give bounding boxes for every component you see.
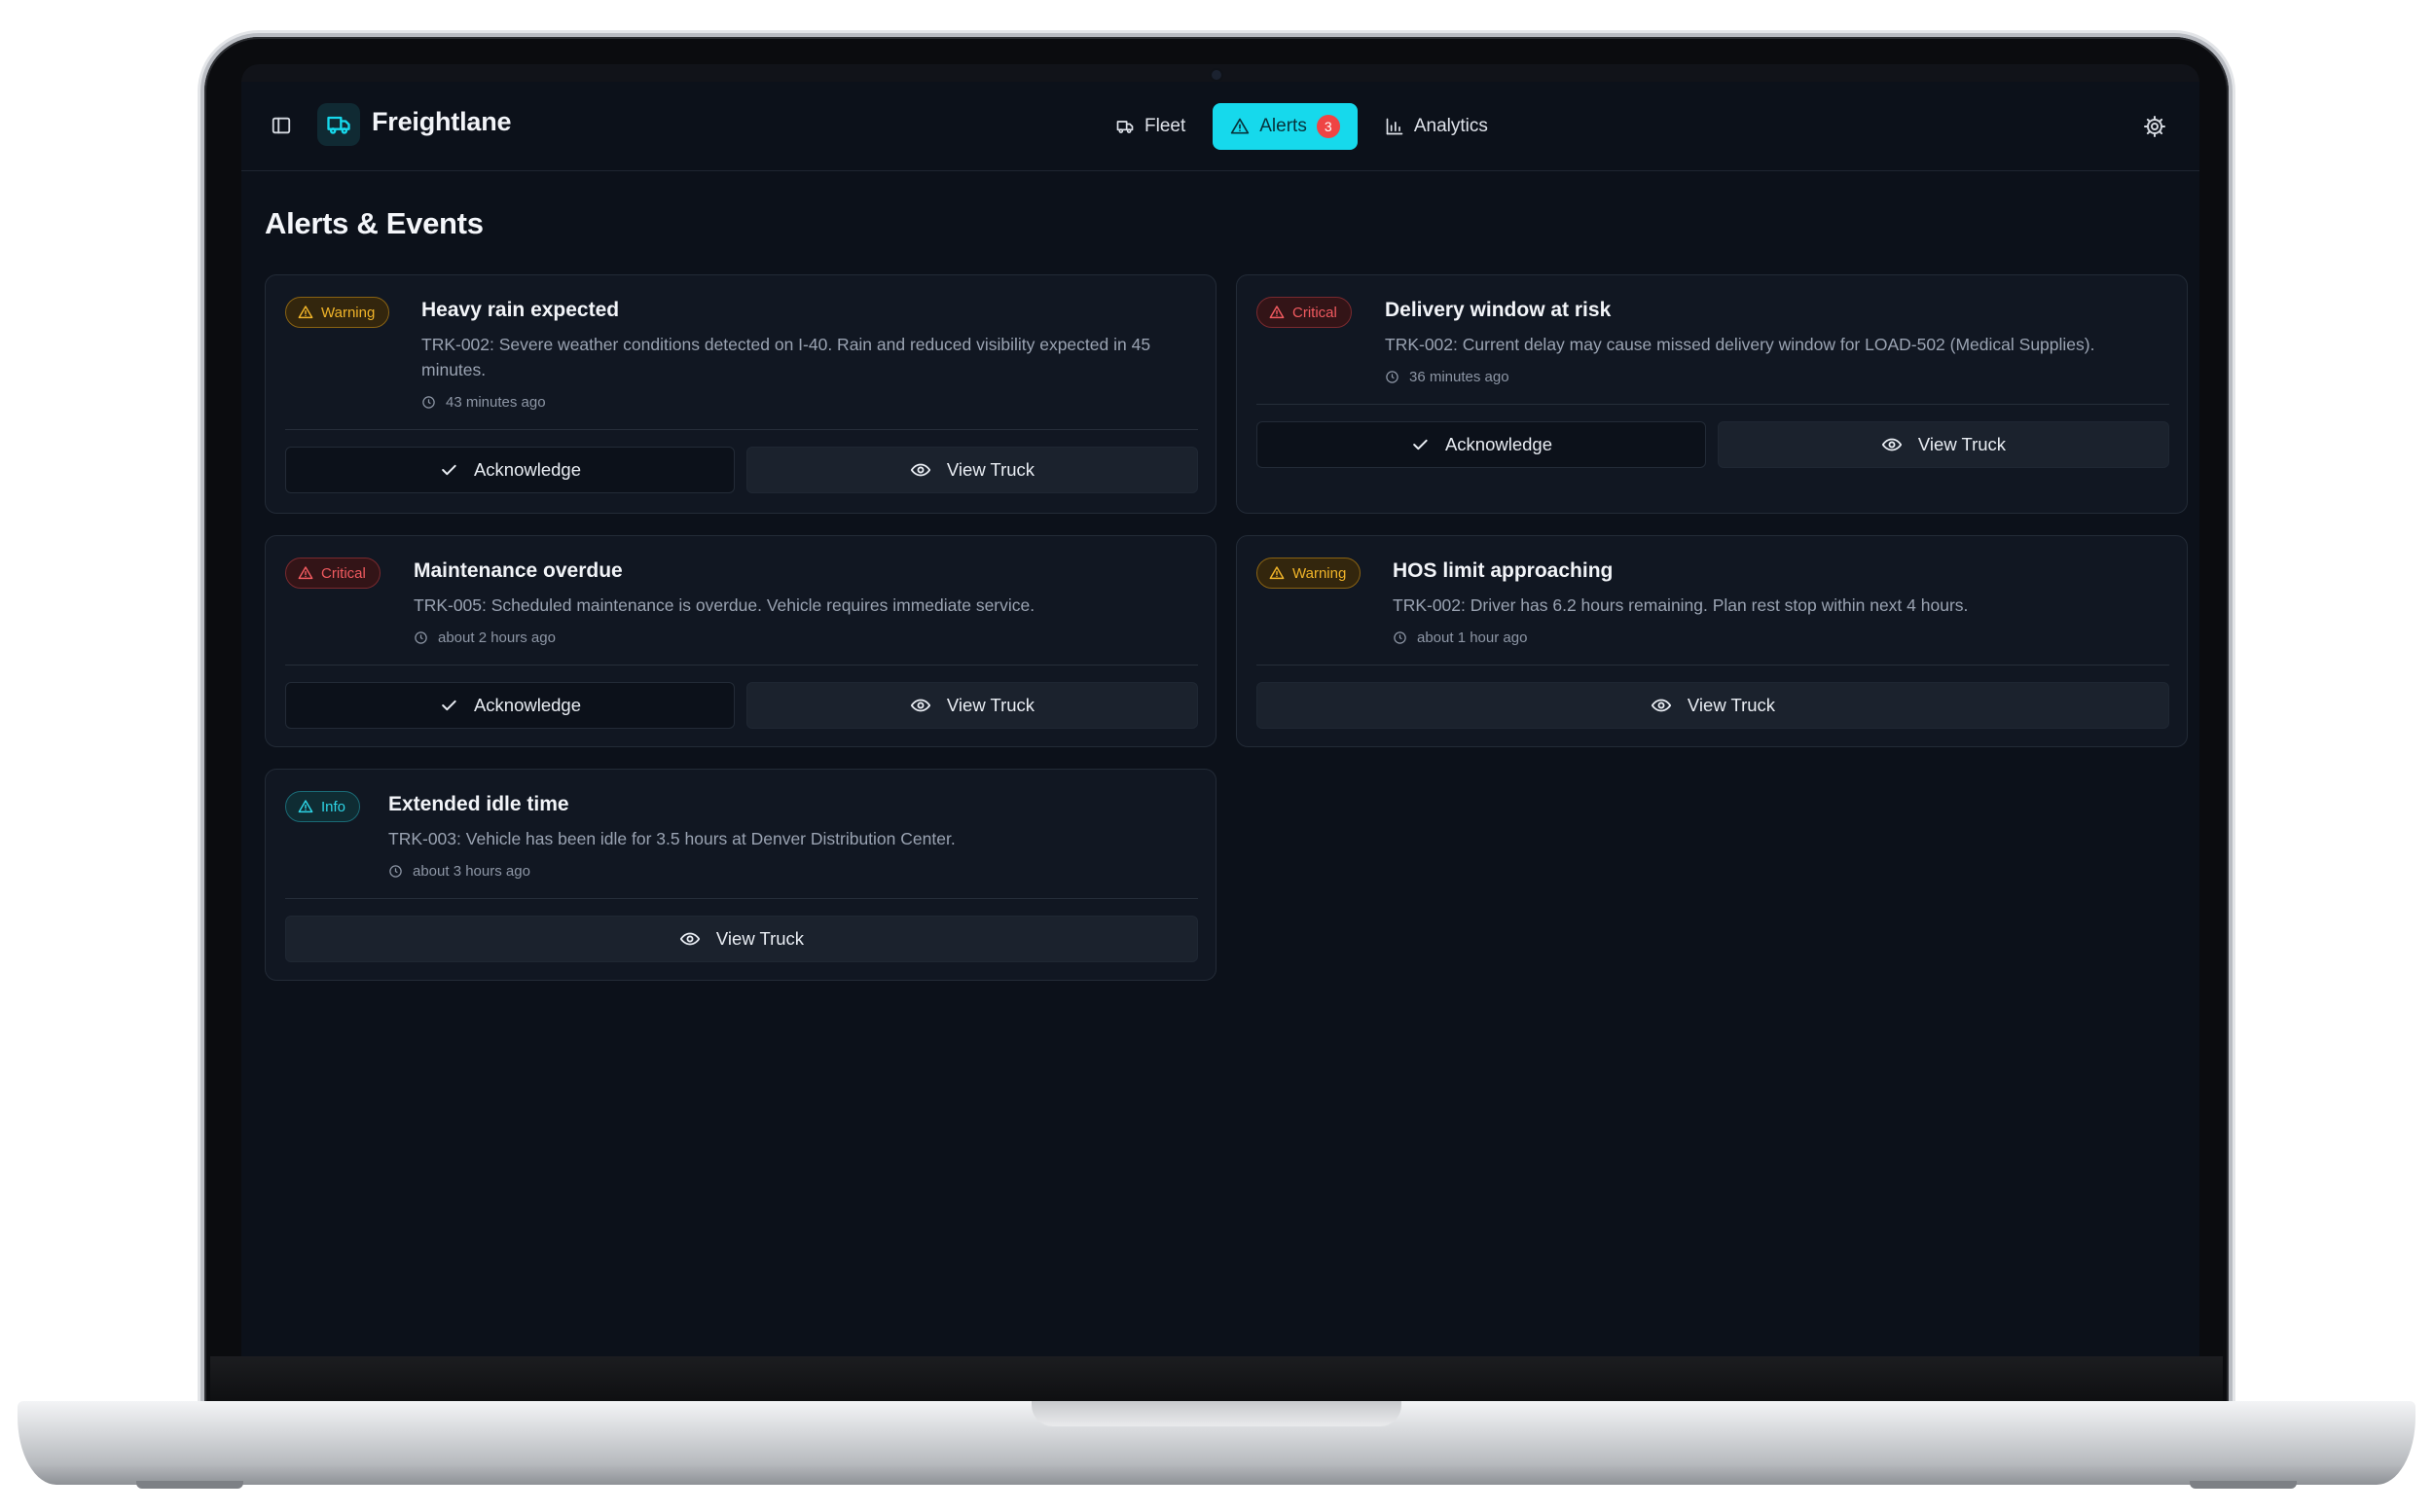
card-divider <box>1256 665 2169 666</box>
nav-alerts-label: Alerts <box>1259 116 1307 136</box>
alerts-count-badge: 3 <box>1316 115 1340 138</box>
acknowledge-button[interactable]: Acknowledge <box>1256 421 1706 468</box>
severity-badge-warning: Warning <box>1256 558 1362 589</box>
clock-icon <box>415 631 427 644</box>
eye-icon <box>1881 438 1903 451</box>
alert-time-text: about 1 hour ago <box>1417 630 1528 646</box>
acknowledge-label: Acknowledge <box>473 459 582 480</box>
severity-label: Warning <box>321 304 376 321</box>
view-truck-button[interactable]: View Truck <box>746 447 1198 493</box>
alert-title: Extended idle time <box>388 793 569 815</box>
main-nav: Fleet Alerts 3 Analytics <box>1098 103 1506 150</box>
severity-label: Critical <box>1292 304 1337 321</box>
view-truck-label: View Truck <box>1687 695 1776 715</box>
truck-icon <box>1116 121 1134 133</box>
alert-time: about 2 hours ago <box>414 630 556 646</box>
check-icon <box>442 700 456 711</box>
alert-triangle-icon <box>298 566 313 580</box>
alert-description: TRK-003: Vehicle has been idle for 3.5 h… <box>388 829 956 848</box>
severity-badge-info: Info <box>285 791 361 822</box>
alert-time: 36 minutes ago <box>1385 369 1509 385</box>
card-divider <box>285 665 1198 666</box>
eye-icon <box>679 932 701 946</box>
alert-time-text: about 3 hours ago <box>413 863 530 880</box>
view-truck-label: View Truck <box>946 695 1035 715</box>
alert-triangle-icon <box>298 800 313 813</box>
alert-card: Warning Heavy rain expected TRK-002: Sev… <box>265 274 1216 514</box>
severity-label: Info <box>321 798 346 815</box>
alert-time-text: 43 minutes ago <box>446 394 546 411</box>
clock-icon <box>1394 631 1406 644</box>
alert-title: HOS limit approaching <box>1393 559 1614 582</box>
alert-title: Delivery window at risk <box>1385 299 1612 321</box>
view-truck-button[interactable]: View Truck <box>285 916 1198 962</box>
eye-icon <box>910 463 931 477</box>
laptop-notch <box>1032 1401 1401 1426</box>
sidebar-toggle-icon[interactable] <box>271 115 292 136</box>
check-icon <box>1413 439 1428 450</box>
alert-card: Critical Maintenance overdue TRK-005: Sc… <box>265 535 1216 747</box>
settings-gear-icon[interactable] <box>2143 115 2166 138</box>
view-truck-label: View Truck <box>715 928 805 949</box>
truck-icon <box>327 116 350 134</box>
alert-time: about 1 hour ago <box>1393 630 1527 646</box>
logo <box>317 103 360 146</box>
alert-time: 43 minutes ago <box>421 394 546 411</box>
app-name: Freightlane <box>372 107 512 136</box>
laptop-foot <box>2190 1481 2297 1489</box>
alert-card: Critical Delivery window at risk TRK-002… <box>1236 274 2188 514</box>
bar-chart-icon <box>1386 118 1403 135</box>
nav-analytics[interactable]: Analytics <box>1367 103 1506 150</box>
severity-label: Warning <box>1292 564 1347 582</box>
card-divider <box>1256 404 2169 405</box>
eye-icon <box>910 699 931 712</box>
alert-time-text: 36 minutes ago <box>1409 369 1509 385</box>
view-truck-button[interactable]: View Truck <box>1718 421 2169 468</box>
clock-icon <box>422 396 435 409</box>
alert-description: TRK-002: Severe weather conditions detec… <box>421 335 1151 379</box>
card-divider <box>285 898 1198 899</box>
alert-time: about 3 hours ago <box>388 863 530 880</box>
alert-triangle-icon <box>298 306 313 319</box>
card-divider <box>285 429 1198 430</box>
laptop-foot <box>136 1481 243 1489</box>
check-icon <box>442 464 456 476</box>
view-truck-label: View Truck <box>946 459 1035 480</box>
severity-label: Critical <box>321 564 366 582</box>
severity-badge-critical: Critical <box>1256 297 1352 328</box>
nav-fleet-label: Fleet <box>1144 116 1186 136</box>
alert-triangle-icon <box>1269 306 1285 319</box>
laptop-chin <box>210 1356 2223 1403</box>
alert-card: Info Extended idle time TRK-003: Vehicle… <box>265 769 1216 981</box>
page-title: Alerts & Events <box>265 206 484 240</box>
clock-icon <box>1386 371 1398 383</box>
alert-time-text: about 2 hours ago <box>438 630 556 646</box>
alert-triangle-icon <box>1231 118 1250 134</box>
acknowledge-button[interactable]: Acknowledge <box>285 447 735 493</box>
severity-badge-warning: Warning <box>285 297 390 328</box>
nav-analytics-label: Analytics <box>1413 116 1488 136</box>
alert-title: Heavy rain expected <box>421 299 620 321</box>
alert-description: TRK-005: Scheduled maintenance is overdu… <box>414 595 1035 615</box>
alert-card: Warning HOS limit approaching TRK-002: D… <box>1236 535 2188 747</box>
clock-icon <box>389 865 402 878</box>
view-truck-button[interactable]: View Truck <box>1256 682 2169 729</box>
app-screen: Freightlane Fleet Alerts 3 Analytics Ale… <box>241 82 2199 1356</box>
nav-fleet[interactable]: Fleet <box>1098 103 1203 150</box>
alert-description: TRK-002: Driver has 6.2 hours remaining.… <box>1393 595 1969 615</box>
nav-alerts[interactable]: Alerts 3 <box>1213 103 1358 150</box>
alert-title: Maintenance overdue <box>414 559 623 582</box>
acknowledge-button[interactable]: Acknowledge <box>285 682 735 729</box>
view-truck-button[interactable]: View Truck <box>746 682 1198 729</box>
alert-description: TRK-002: Current delay may cause missed … <box>1385 335 2095 354</box>
eye-icon <box>1651 699 1672 712</box>
acknowledge-label: Acknowledge <box>1444 434 1553 454</box>
severity-badge-critical: Critical <box>285 558 381 589</box>
camera <box>1212 70 1221 80</box>
top-bar: Freightlane Fleet Alerts 3 Analytics <box>241 82 2199 171</box>
alert-triangle-icon <box>1269 566 1285 580</box>
view-truck-label: View Truck <box>1917 434 2007 454</box>
acknowledge-label: Acknowledge <box>473 695 582 715</box>
